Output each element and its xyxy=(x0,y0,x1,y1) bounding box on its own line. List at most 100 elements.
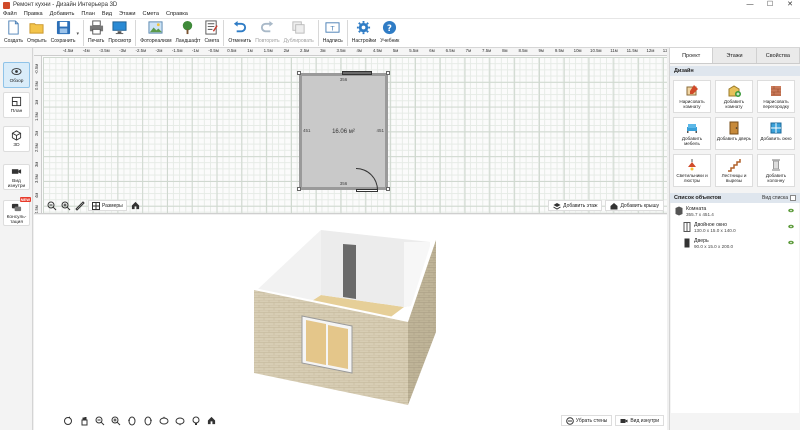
add-door-icon xyxy=(729,121,739,135)
caption-text-icon: T xyxy=(325,22,340,33)
redo-button[interactable]: Повторить xyxy=(253,19,281,47)
door-icon xyxy=(684,238,690,248)
tutorial-button[interactable]: ? Учебник xyxy=(378,19,401,47)
room-corner-handle[interactable] xyxy=(297,71,301,75)
ruler-measure-button[interactable] xyxy=(74,200,85,211)
draw-partition-icon xyxy=(771,86,781,96)
cube-3d-icon xyxy=(11,130,22,141)
rotate-button[interactable] xyxy=(62,415,73,426)
home-3d-button[interactable] xyxy=(206,415,217,426)
stairs-button[interactable]: Лестницы и вырезы xyxy=(715,154,753,187)
plan-2d-view[interactable]: -4.5м -4м -3.5м -3м -2.5м -2м -1.5м -1м -0.5м 0.5… xyxy=(34,48,667,214)
plan-view-button[interactable]: План xyxy=(3,92,30,118)
inside-view-button[interactable]: Вид изнутри xyxy=(3,164,30,190)
list-view-icon[interactable] xyxy=(790,195,796,201)
ruler-tick-label: 1.5м xyxy=(263,48,273,53)
menu-edit[interactable]: Правка xyxy=(24,11,43,17)
tab-project[interactable]: Проект xyxy=(670,48,714,63)
menu-plan[interactable]: План xyxy=(81,11,95,17)
ruler-tick-label: 1.5м xyxy=(34,111,39,121)
lamp-light-button[interactable] xyxy=(190,415,201,426)
add-column-button[interactable]: Добавить колонну xyxy=(757,154,795,187)
room-corner-handle[interactable] xyxy=(386,187,390,191)
lamps-button[interactable]: Светильники и люстры xyxy=(673,154,711,187)
ruler-tick-label: 3.5м xyxy=(34,173,39,183)
open-button[interactable]: Открыть xyxy=(25,19,49,47)
menu-file[interactable]: Файл xyxy=(3,11,17,17)
ruler-icon xyxy=(74,200,85,211)
add-door-button[interactable]: Добавить дверь xyxy=(715,117,753,150)
ruler-tick-label: -1.5м xyxy=(171,48,183,53)
consultation-button[interactable]: NEW Консуль-тация xyxy=(3,197,31,226)
add-floor-button[interactable]: Добавить этаж xyxy=(548,200,603,211)
inside-view-3d-button[interactable]: Вид изнутри xyxy=(615,415,664,426)
add-window-button[interactable]: Добавить окно xyxy=(757,117,795,150)
dimensions-button[interactable]: Размеры xyxy=(88,200,127,211)
caption-button[interactable]: T Надпись xyxy=(321,19,345,47)
tilt-up-button[interactable] xyxy=(158,415,169,426)
room-2d[interactable]: 356 356 451 451 16.06 м² xyxy=(299,73,388,190)
menu-help[interactable]: Справка xyxy=(166,11,188,17)
window-2d[interactable] xyxy=(342,71,372,75)
zoom-out-icon xyxy=(47,201,56,210)
plan-toolbar: Размеры xyxy=(46,200,144,211)
photorealism-button[interactable]: Фотореализм xyxy=(138,19,173,47)
add-room-button[interactable]: Добавить комнату xyxy=(715,80,753,113)
menu-floors[interactable]: Этажи xyxy=(119,11,136,17)
visibility-eye-icon[interactable] xyxy=(788,240,794,245)
door-3d[interactable] xyxy=(343,244,356,299)
visibility-eye-icon[interactable] xyxy=(788,208,794,213)
app-logo-icon xyxy=(3,1,10,9)
overview-button[interactable]: Обзор xyxy=(3,62,30,88)
print-button[interactable]: Печать xyxy=(86,19,106,47)
settings-button[interactable]: Настройки xyxy=(350,19,379,47)
duplicate-button[interactable]: Дублировать xyxy=(282,19,316,47)
toolbar-separator xyxy=(346,20,348,46)
tab-properties[interactable]: Свойства xyxy=(756,48,800,63)
add-furniture-button[interactable]: Добавить мебель xyxy=(673,117,711,150)
tilt-down-button[interactable] xyxy=(174,415,185,426)
close-button[interactable]: ✕ xyxy=(780,0,800,10)
maximize-button[interactable]: ☐ xyxy=(760,0,780,10)
menu-estimate[interactable]: Смета xyxy=(143,11,159,17)
room-corner-handle[interactable] xyxy=(297,187,301,191)
pan-hand-button[interactable] xyxy=(78,415,89,426)
view-list-button[interactable]: Вид списка xyxy=(762,195,788,201)
zoom-out-button[interactable] xyxy=(46,200,57,211)
preview-button[interactable]: Просмотр xyxy=(106,19,133,47)
ruler-tick-label: 4.5м xyxy=(372,48,382,53)
minimize-button[interactable]: — xyxy=(740,0,760,10)
list-item[interactable]: Дверь 90.0 x 15.0 x 200.0 xyxy=(671,235,799,251)
door-2d[interactable] xyxy=(356,189,378,192)
zoom-in-button[interactable] xyxy=(60,200,71,211)
rotate-left-button[interactable] xyxy=(126,415,137,426)
draw-partition-button[interactable]: Нарисовать перегородку xyxy=(757,80,795,113)
list-item[interactable]: Комната 355.7 x 451.4 xyxy=(671,203,799,219)
remove-walls-button[interactable]: Убрать стены xyxy=(560,415,613,426)
save-button[interactable]: Сохранить xyxy=(49,19,78,47)
landscape-button[interactable]: Ландшафт xyxy=(174,19,203,47)
create-button[interactable]: Создать xyxy=(2,19,25,47)
room-3d-model[interactable] xyxy=(34,215,667,430)
view-3d-panel[interactable]: Убрать стены Вид изнутри xyxy=(34,215,667,430)
menu-add[interactable]: Добавить xyxy=(50,11,75,17)
add-roof-button[interactable]: Добавить крышу xyxy=(605,200,664,211)
visibility-eye-icon[interactable] xyxy=(788,224,794,229)
eye-icon xyxy=(11,68,22,75)
ruler-tick-label: 10м xyxy=(573,48,582,53)
zoom-out-3d-button[interactable] xyxy=(94,415,105,426)
draw-room-button[interactable]: Нарисовать комнату xyxy=(673,80,711,113)
tab-floors[interactable]: Этажи xyxy=(713,48,757,63)
room-corner-handle[interactable] xyxy=(386,71,390,75)
undo-button[interactable]: Отменить xyxy=(226,19,253,47)
menu-view[interactable]: Вид xyxy=(102,11,112,17)
estimate-button[interactable]: Смета xyxy=(202,19,221,47)
save-dropdown-arrow-icon[interactable]: ▾ xyxy=(77,31,80,37)
zoom-in-3d-button[interactable] xyxy=(110,415,121,426)
view-3d-button[interactable]: 3D xyxy=(3,126,30,152)
ruler-tick-label: 7м xyxy=(465,48,472,53)
rotate-right-button[interactable] xyxy=(142,415,153,426)
home-button[interactable] xyxy=(130,200,141,211)
list-item[interactable]: Двойное окно 130.0 x 15.0 x 140.0 xyxy=(671,219,799,235)
camera-icon xyxy=(620,418,628,423)
